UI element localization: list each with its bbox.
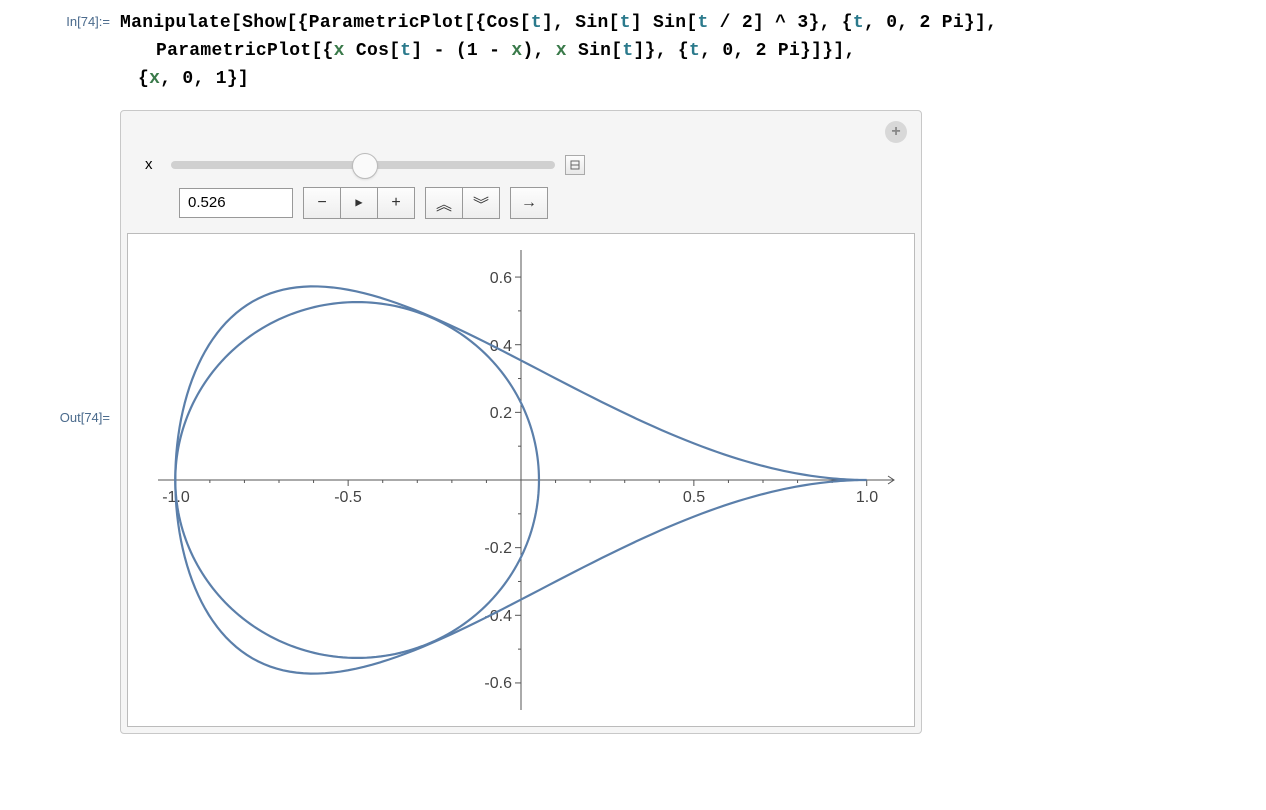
tok: [ <box>231 13 242 33</box>
tok: [ <box>609 13 620 33</box>
input-cell: In[74]:= Manipulate[Show[{ParametricPlot… <box>20 10 1246 94</box>
tok: [{ <box>464 13 486 33</box>
play-icon: ▶ <box>355 195 362 210</box>
tok: t <box>697 13 708 33</box>
plot-area: -1.0 -0.5 0.5 1.0 0.6 0.4 0.2 -0.2 -0.4 … <box>127 233 915 727</box>
slider-value-field[interactable] <box>179 188 293 218</box>
step-back-button[interactable]: − <box>303 187 341 219</box>
tok <box>345 41 356 61</box>
arrow-right-icon: → <box>524 194 534 212</box>
tok: Cos <box>356 41 389 61</box>
chevron-down-double-icon: ︾ <box>473 191 489 215</box>
slider-track[interactable] <box>171 161 555 169</box>
tok: x <box>511 41 522 61</box>
tok: [ <box>686 13 697 33</box>
tok: x <box>149 69 160 89</box>
tok: ], <box>542 13 575 33</box>
direction-button[interactable]: → <box>510 187 548 219</box>
in-label: In[74]:= <box>20 10 120 29</box>
animation-controls: − ▶ + ︽ ︾ → <box>121 187 921 233</box>
tok: t <box>689 41 700 61</box>
tok: , 0, 2 Pi}]}], <box>700 41 855 61</box>
tok: ]}, { <box>634 41 690 61</box>
tick-label: -0.5 <box>334 489 362 506</box>
slider-variable-label: x <box>145 156 161 173</box>
tok: [{ <box>311 41 333 61</box>
tok: , 0, 1}] <box>160 69 249 89</box>
tick-label: -0.2 <box>484 540 512 557</box>
tok: t <box>620 13 631 33</box>
code-content[interactable]: Manipulate[Show[{ParametricPlot[{Cos[t],… <box>120 10 1246 94</box>
tok: ParametricPlot <box>156 41 311 61</box>
slider-collapse-button[interactable] <box>565 155 585 175</box>
plus-icon: + <box>891 123 901 141</box>
tok: t <box>853 13 864 33</box>
tok: [{ <box>287 13 309 33</box>
slider-thumb[interactable] <box>352 153 378 179</box>
tok: ] - (1 - <box>411 41 511 61</box>
tok: Show <box>242 13 286 33</box>
tok: { <box>138 69 149 89</box>
slider-row: x <box>121 111 921 187</box>
tok: Cos <box>486 13 519 33</box>
step-forward-button[interactable]: + <box>378 187 415 219</box>
tok: t <box>622 41 633 61</box>
tok: x <box>556 41 567 61</box>
play-button[interactable]: ▶ <box>341 187 378 219</box>
tok <box>567 41 578 61</box>
tok: ), <box>522 41 555 61</box>
tok: [ <box>389 41 400 61</box>
tok: / 2] ^ 3}, { <box>709 13 853 33</box>
output-cell: Out[74]= + x − ▶ <box>20 98 1246 734</box>
chevron-up-double-icon: ︽ <box>436 191 452 215</box>
tok: ParametricPlot <box>309 13 464 33</box>
tick-label: 0.5 <box>683 489 705 506</box>
manipulate-panel: + x − ▶ + <box>120 110 922 734</box>
parametric-plot: -1.0 -0.5 0.5 1.0 0.6 0.4 0.2 -0.2 -0.4 … <box>128 234 914 726</box>
tok: , 0, 2 Pi}], <box>864 13 997 33</box>
tok: Sin <box>578 41 611 61</box>
out-label: Out[74]= <box>20 406 120 425</box>
slower-button[interactable]: ︾ <box>463 187 500 219</box>
bookmarks-button[interactable]: + <box>885 121 907 143</box>
tok: Manipulate <box>120 13 231 33</box>
tok: Sin <box>653 13 686 33</box>
tok: t <box>531 13 542 33</box>
plus-icon: + <box>391 194 401 212</box>
tick-label: 1.0 <box>856 489 878 506</box>
tick-label: 0.2 <box>490 405 512 422</box>
tok: [ <box>520 13 531 33</box>
tok: ] <box>631 13 653 33</box>
tok: [ <box>611 41 622 61</box>
minus-icon: − <box>317 194 327 212</box>
collapse-icon <box>570 160 580 170</box>
tok: x <box>334 41 345 61</box>
tick-label: -0.6 <box>484 675 512 692</box>
faster-button[interactable]: ︽ <box>425 187 463 219</box>
tok: Sin <box>575 13 608 33</box>
tok: t <box>400 41 411 61</box>
tick-label: 0.6 <box>490 270 512 287</box>
